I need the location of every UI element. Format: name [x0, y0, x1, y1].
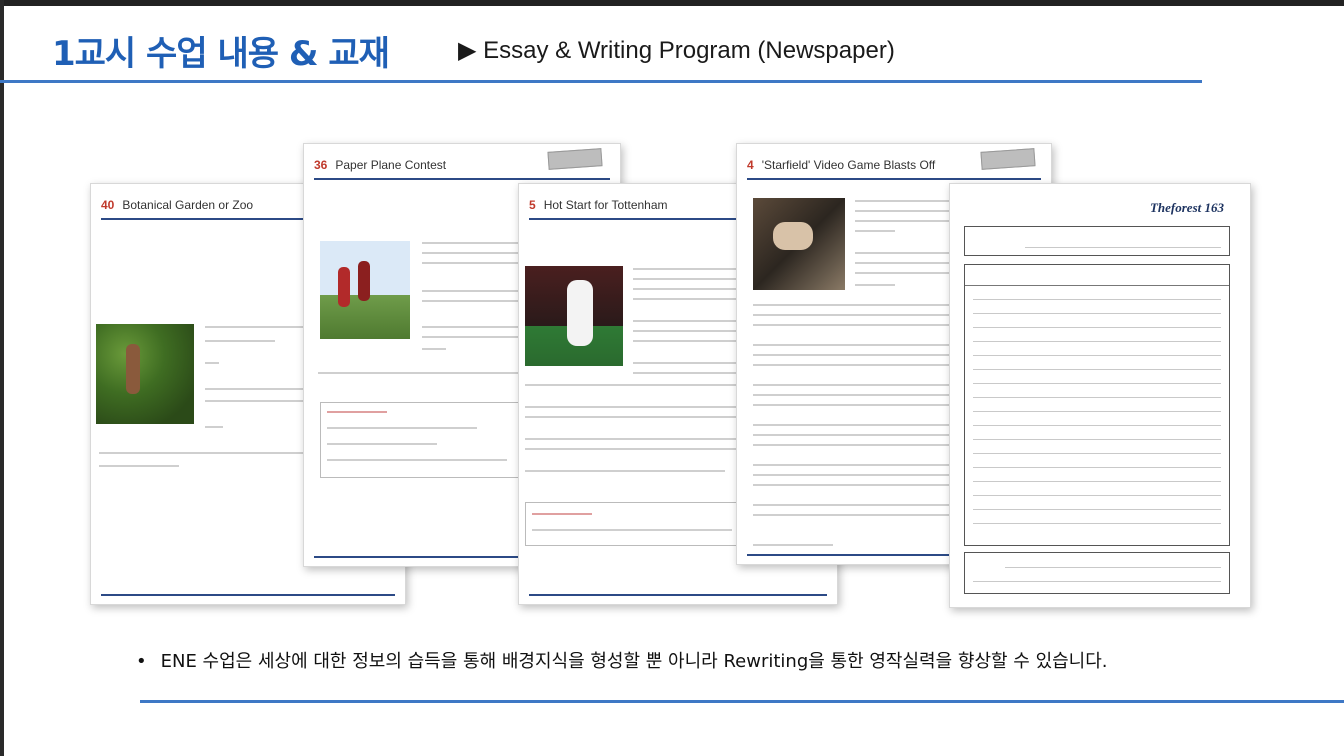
- bullet-dot-icon: •: [136, 651, 147, 672]
- slide-subtitle: ▶ Essay & Writing Program (Newspaper): [458, 37, 895, 64]
- topic-box: [964, 226, 1230, 256]
- page-theforest-worksheet: Theforest 163: [949, 183, 1251, 608]
- page-number: 36: [314, 158, 328, 172]
- garden-photo: [96, 324, 194, 424]
- page-title: Hot Start for Tottenham: [543, 198, 668, 212]
- theforest-logo: Theforest 163: [1149, 200, 1224, 215]
- discussion-question-box: [320, 402, 520, 478]
- title-divider: [0, 80, 1202, 83]
- notes-box: [964, 264, 1230, 546]
- soccer-player-photo: [525, 266, 623, 366]
- summary-box: [964, 552, 1230, 594]
- footer-divider: [140, 700, 1344, 703]
- paper-plane-photo: [320, 241, 410, 339]
- page-footer-rule: [529, 594, 827, 596]
- slide-title: 1교시 수업 내용 & 교재: [52, 34, 390, 74]
- page-title: Botanical Garden or Zoo: [122, 198, 254, 212]
- page-footer-rule: [101, 594, 395, 596]
- bullet-text: ENE 수업은 세상에 대한 정보의 습득을 통해 배경지식을 형성할 뿐 아니…: [160, 651, 1108, 672]
- window-left-border: [0, 0, 4, 756]
- video-game-photo: [753, 198, 845, 290]
- page-title: Paper Plane Contest: [335, 158, 447, 172]
- summary-bullet: • ENE 수업은 세상에 대한 정보의 습득을 통해 배경지식을 형성할 뿐 아…: [136, 647, 1108, 673]
- page-title: 'Starfield' Video Game Blasts Off: [761, 158, 936, 172]
- page-number: 40: [101, 198, 115, 212]
- page-number: 5: [529, 198, 536, 212]
- window-top-border: [0, 0, 1344, 6]
- page-number: 4: [747, 158, 754, 172]
